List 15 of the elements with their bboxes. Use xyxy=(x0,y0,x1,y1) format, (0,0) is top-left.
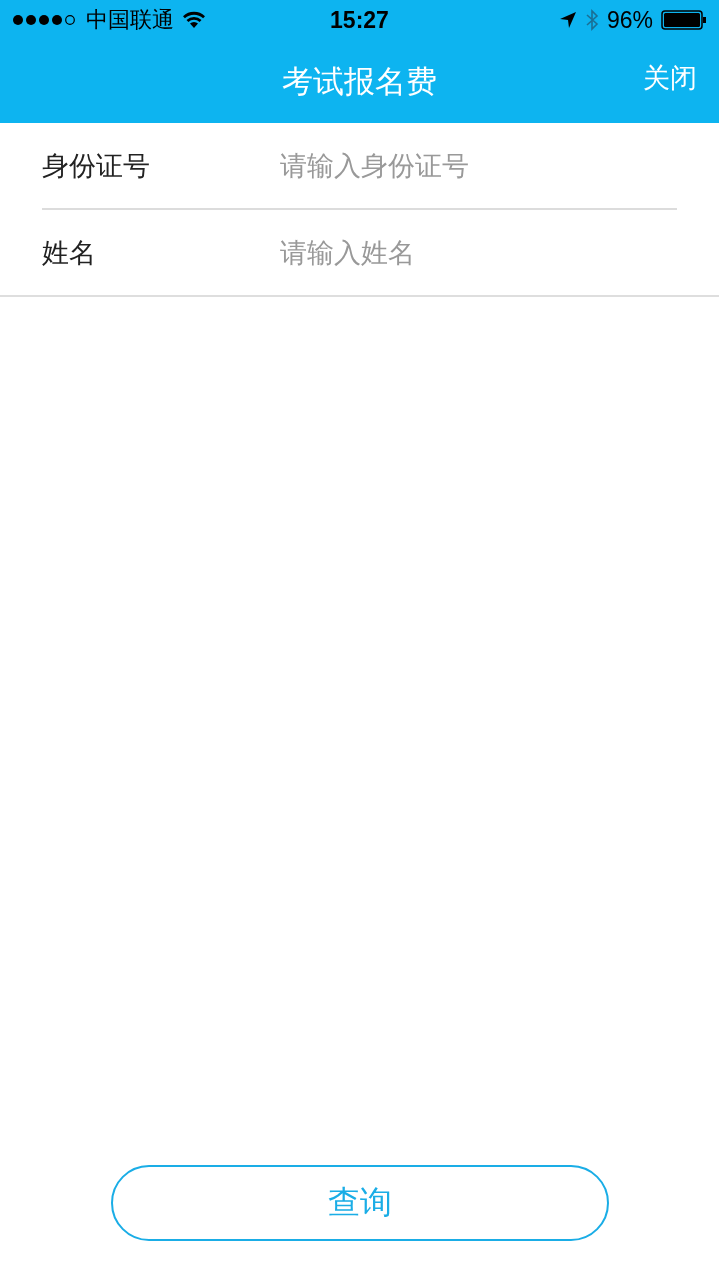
wifi-icon xyxy=(182,11,206,29)
signal-icon xyxy=(12,14,78,26)
input-field[interactable]: 请输入身份证号 xyxy=(280,146,677,185)
carrier-name: 中国联通 xyxy=(86,6,174,34)
location-arrow-icon xyxy=(558,11,577,29)
battery-icon xyxy=(661,10,707,30)
close-button[interactable]: 关闭 xyxy=(643,60,697,96)
battery-percentage: 96% xyxy=(606,6,653,34)
bluetooth-icon xyxy=(584,9,599,31)
field-label: 身份证号 xyxy=(42,148,151,183)
clock-time: 15:27 xyxy=(330,6,389,34)
query-button[interactable]: 查询 xyxy=(110,1165,609,1241)
field-label: 姓名 xyxy=(42,235,97,270)
page-title: 考试报名费 xyxy=(282,61,437,101)
input-field[interactable]: 请输入姓名 xyxy=(280,233,677,272)
